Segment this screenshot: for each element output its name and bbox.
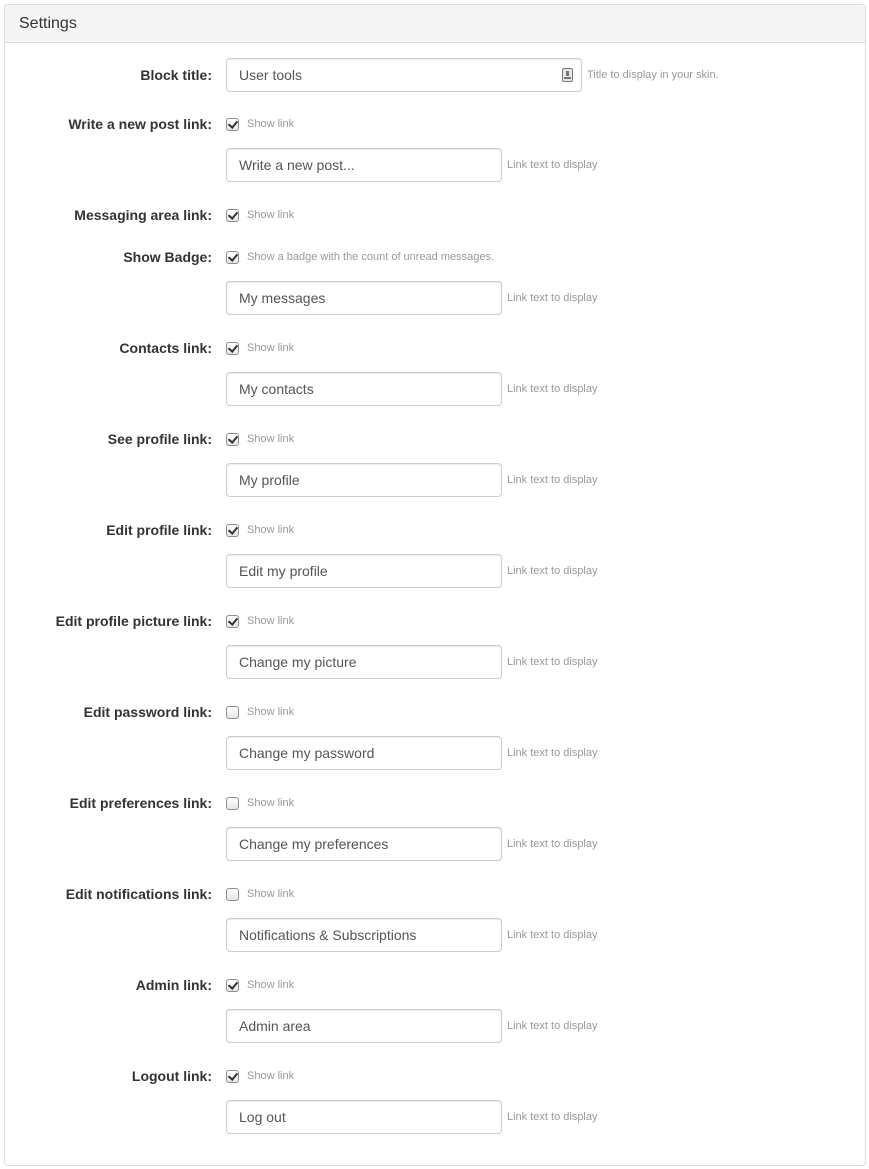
show-badge-text-input[interactable] (226, 281, 502, 315)
contacts-label: Contacts link: (119, 340, 212, 356)
block-title-row: Block title: Title to display in your sk… (5, 58, 865, 92)
write-post-text-input[interactable] (226, 148, 502, 182)
admin-label: Admin link: (135, 977, 212, 993)
edit-preferences-row: Edit preferences link: Show link (5, 786, 865, 820)
edit-picture-checkbox[interactable] (226, 614, 239, 628)
logout-text-input[interactable] (226, 1100, 502, 1134)
edit-picture-text-row: Link text to display (5, 645, 865, 679)
logout-label: Logout link: (131, 1068, 212, 1084)
messaging-checkbox[interactable] (226, 208, 239, 222)
messaging-label: Messaging area link: (74, 207, 212, 223)
edit-password-text-hint: Link text to display (507, 747, 598, 759)
write-post-text-hint: Link text to display (507, 159, 598, 171)
edit-password-checkbox-text: Show link (247, 706, 295, 718)
logout-text-hint: Link text to display (507, 1111, 598, 1123)
see-profile-checkbox-text: Show link (247, 433, 295, 445)
edit-picture-label: Edit profile picture link: (55, 613, 212, 629)
contacts-row: Contacts link: Show link (5, 331, 865, 365)
edit-picture-checkbox-text: Show link (247, 615, 295, 627)
messaging-row: Messaging area link: Show link (5, 198, 865, 232)
block-title-label: Block title: (140, 67, 212, 83)
write-post-text-row: Link text to display (5, 148, 865, 182)
see-profile-text-input[interactable] (226, 463, 502, 497)
settings-panel: Settings Block title: Title to display i… (4, 4, 866, 1166)
edit-preferences-text-input[interactable] (226, 827, 502, 861)
admin-row: Admin link: Show link (5, 968, 865, 1002)
edit-picture-text-hint: Link text to display (507, 656, 598, 668)
admin-text-row: Link text to display (5, 1009, 865, 1043)
edit-password-checkbox[interactable] (226, 705, 239, 719)
contacts-text-hint: Link text to display (507, 383, 598, 395)
admin-text-input[interactable] (226, 1009, 502, 1043)
logout-row: Logout link: Show link (5, 1059, 865, 1093)
panel-title: Settings (5, 5, 865, 43)
contacts-text-row: Link text to display (5, 372, 865, 406)
admin-checkbox[interactable] (226, 978, 239, 992)
edit-profile-row: Edit profile link: Show link (5, 513, 865, 547)
show-badge-text-hint: Link text to display (507, 292, 598, 304)
edit-password-text-input[interactable] (226, 736, 502, 770)
show-badge-row: Show Badge: Show a badge with the count o… (5, 240, 865, 274)
block-title-input[interactable] (226, 58, 582, 92)
edit-notifications-text-hint: Link text to display (507, 929, 598, 941)
edit-preferences-checkbox[interactable] (226, 796, 239, 810)
edit-profile-checkbox-text: Show link (247, 524, 295, 536)
edit-notifications-label: Edit notifications link: (65, 886, 212, 902)
edit-notifications-checkbox-text: Show link (247, 888, 295, 900)
edit-profile-text-hint: Link text to display (507, 565, 598, 577)
edit-password-text-row: Link text to display (5, 736, 865, 770)
see-profile-text-hint: Link text to display (507, 474, 598, 486)
see-profile-label: See profile link: (107, 431, 212, 447)
messaging-checkbox-text: Show link (247, 209, 295, 221)
see-profile-checkbox[interactable] (226, 432, 239, 446)
logout-text-row: Link text to display (5, 1100, 865, 1134)
edit-profile-label: Edit profile link: (106, 522, 212, 538)
edit-profile-checkbox[interactable] (226, 523, 239, 537)
admin-checkbox-text: Show link (247, 979, 295, 991)
edit-picture-row: Edit profile picture link: Show link (5, 604, 865, 638)
contacts-checkbox-text: Show link (247, 342, 295, 354)
edit-notifications-text-input[interactable] (226, 918, 502, 952)
edit-notifications-checkbox[interactable] (226, 887, 239, 901)
show-badge-label: Show Badge: (123, 249, 212, 265)
contacts-checkbox[interactable] (226, 341, 239, 355)
see-profile-text-row: Link text to display (5, 463, 865, 497)
edit-picture-text-input[interactable] (226, 645, 502, 679)
edit-preferences-text-row: Link text to display (5, 827, 865, 861)
show-badge-checkbox[interactable] (226, 250, 239, 264)
write-post-row: Write a new post link: Show link (5, 107, 865, 141)
edit-notifications-text-row: Link text to display (5, 918, 865, 952)
write-post-checkbox[interactable] (226, 117, 239, 131)
edit-preferences-text-hint: Link text to display (507, 838, 598, 850)
block-title-hint: Title to display in your skin. (587, 69, 719, 81)
contacts-text-input[interactable] (226, 372, 502, 406)
logout-checkbox-text: Show link (247, 1070, 295, 1082)
contact-card-icon[interactable] (562, 68, 573, 82)
logout-checkbox[interactable] (226, 1069, 239, 1083)
see-profile-row: See profile link: Show link (5, 422, 865, 456)
write-post-label: Write a new post link: (68, 116, 212, 132)
show-badge-checkbox-text: Show a badge with the count of unread me… (247, 251, 495, 263)
admin-text-hint: Link text to display (507, 1020, 598, 1032)
edit-password-row: Edit password link: Show link (5, 695, 865, 729)
edit-preferences-label: Edit preferences link: (69, 795, 212, 811)
edit-preferences-checkbox-text: Show link (247, 797, 295, 809)
show-badge-text-row: Link text to display (5, 281, 865, 315)
edit-password-label: Edit password link: (83, 704, 212, 720)
write-post-checkbox-text: Show link (247, 118, 295, 130)
edit-profile-text-row: Link text to display (5, 554, 865, 588)
edit-profile-text-input[interactable] (226, 554, 502, 588)
edit-notifications-row: Edit notifications link: Show link (5, 877, 865, 911)
